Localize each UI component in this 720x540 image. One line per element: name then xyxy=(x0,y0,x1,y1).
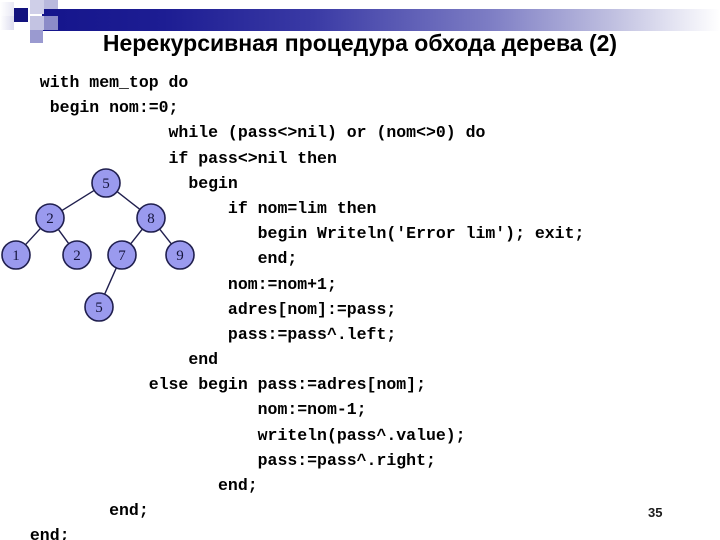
tree-node-label: 2 xyxy=(46,211,54,227)
tree-nodes: 5 2 8 1 2 7 9 5 xyxy=(1,168,195,322)
tree-edge xyxy=(159,228,172,245)
tree-node: 5 xyxy=(91,168,121,198)
tree-node: 1 xyxy=(1,240,31,270)
code-line: end; xyxy=(20,526,70,540)
tree-node: 9 xyxy=(165,240,195,270)
deco-square-2 xyxy=(0,16,14,30)
tree-edge xyxy=(57,228,70,245)
code-line: nom:=nom-1; xyxy=(20,400,367,420)
code-line: end; xyxy=(20,501,149,521)
tree-node: 8 xyxy=(136,203,166,233)
page-number: 35 xyxy=(648,505,663,520)
tree-node-label: 2 xyxy=(73,248,81,264)
tree-edge xyxy=(130,228,143,245)
tree-node-label: 5 xyxy=(95,300,103,316)
code-line: with mem_top do xyxy=(20,73,189,92)
tree-node-label: 8 xyxy=(147,211,155,227)
code-line: else begin pass:=adres[nom]; xyxy=(20,375,426,395)
tree-edge xyxy=(104,267,117,295)
tree-edge xyxy=(61,189,95,212)
code-line: begin nom:=0; xyxy=(20,98,179,118)
code-line: end; xyxy=(20,476,258,495)
binary-tree-diagram: 5 2 8 1 2 7 9 5 xyxy=(0,160,215,335)
tree-svg: 5 2 8 1 2 7 9 5 xyxy=(1,168,195,322)
code-line: pass:=pass^.right; xyxy=(20,450,436,470)
page-title: Нерекурсивная процедура обхода дерева (2… xyxy=(102,30,618,56)
deco-square-7 xyxy=(44,0,58,9)
deco-square-5 xyxy=(30,16,44,30)
tree-edge xyxy=(24,227,42,246)
deco-square-8 xyxy=(44,16,58,30)
deco-square-4 xyxy=(30,0,44,14)
tree-node: 7 xyxy=(107,240,137,270)
tree-edge xyxy=(116,191,141,210)
tree-node-label: 1 xyxy=(12,248,20,264)
tree-node-label: 5 xyxy=(102,176,110,192)
code-line: while (pass<>nil) or (nom<>0) do xyxy=(20,123,486,143)
header-gradient-bar xyxy=(42,9,720,31)
deco-square-3 xyxy=(14,8,28,22)
code-line: writeln(pass^.value); xyxy=(20,425,466,445)
tree-node-label: 7 xyxy=(118,248,126,264)
tree-node-label: 9 xyxy=(176,248,184,264)
tree-node: 2 xyxy=(35,203,65,233)
code-line: end xyxy=(20,350,219,370)
tree-node: 5 xyxy=(84,292,114,322)
tree-node: 2 xyxy=(62,240,92,270)
slide-canvas: Нерекурсивная процедура обхода дерева (2… xyxy=(0,0,720,540)
